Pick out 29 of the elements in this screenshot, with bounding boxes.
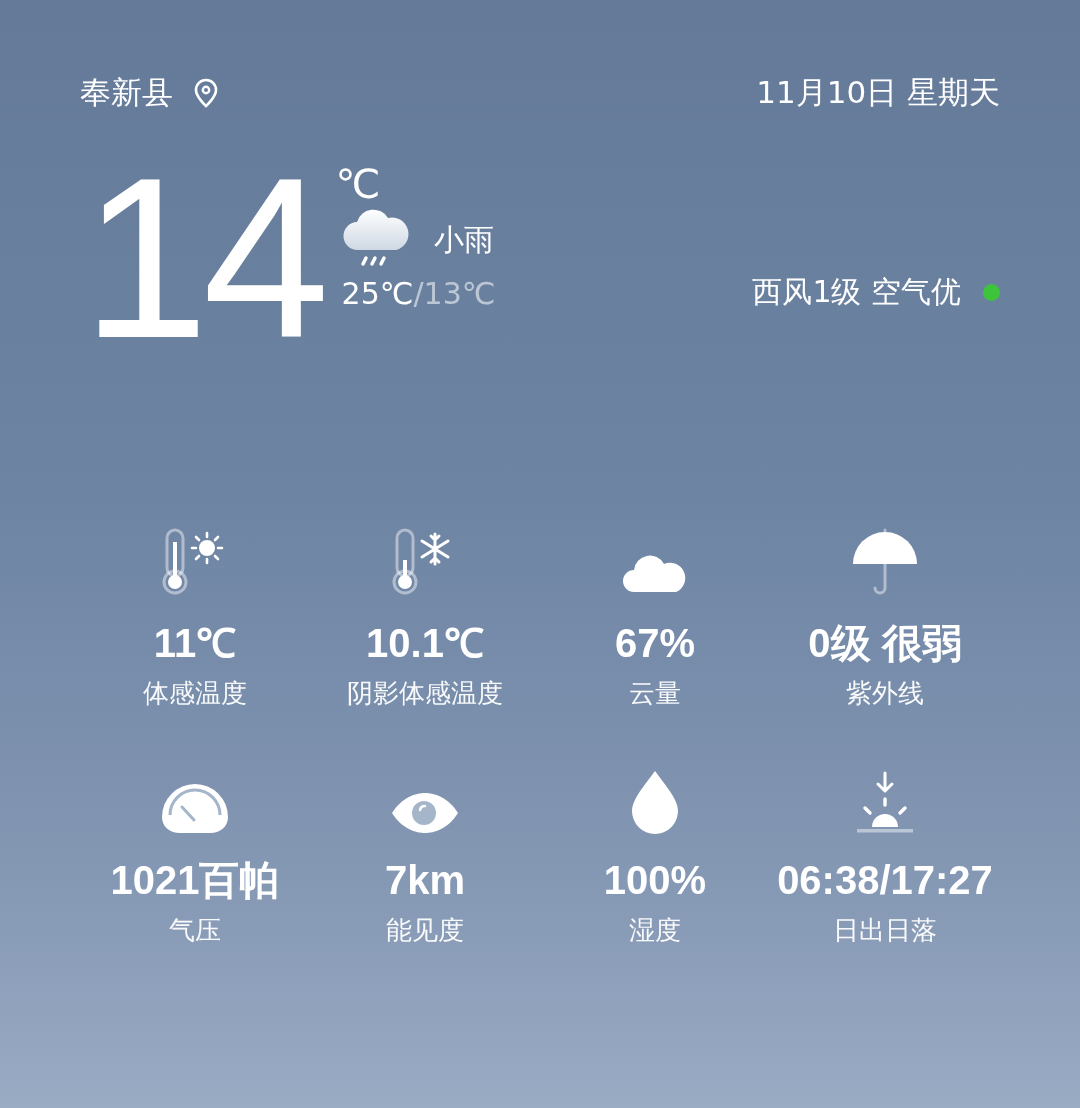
metric-label: 紫外线 xyxy=(846,677,924,710)
date-text: 11月10日 星期天 xyxy=(756,73,1000,112)
metric-label: 云量 xyxy=(629,677,681,710)
metric-value: 06:38/17:27 xyxy=(777,857,993,904)
city-name: 奉新县 xyxy=(80,73,173,112)
eye-icon xyxy=(390,791,460,835)
metric-label: 体感温度 xyxy=(143,677,247,710)
metric-value: 0级 很弱 xyxy=(808,620,962,667)
metric-value: 67% xyxy=(614,620,696,667)
metric-label: 日出日落 xyxy=(833,914,937,947)
low-temperature: 13℃ xyxy=(423,276,496,311)
metric-label: 阴影体感温度 xyxy=(347,677,503,710)
water-drop-icon xyxy=(630,769,680,835)
metric-value: 11℃ xyxy=(153,620,237,667)
metric-label: 湿度 xyxy=(629,914,681,947)
temperature-unit: ℃ xyxy=(335,164,382,204)
sunset-arrow-icon xyxy=(855,771,915,835)
temperature-value: 14 xyxy=(82,158,324,358)
high-temperature: 25℃ xyxy=(341,276,414,311)
metric-label: 能见度 xyxy=(386,914,464,947)
location-pin-icon xyxy=(193,78,219,108)
wind-air-quality: 西风1级 空气优 xyxy=(752,273,961,311)
metric-label: 气压 xyxy=(169,914,221,947)
metric-value: 10.1℃ xyxy=(366,620,484,667)
metric-value: 100% xyxy=(603,857,707,904)
temperature-separator: / xyxy=(413,276,424,311)
metric-value: 7km xyxy=(384,857,466,904)
weather-condition: 小雨 xyxy=(433,220,494,259)
metric-value: 1021百帕 xyxy=(110,857,280,904)
